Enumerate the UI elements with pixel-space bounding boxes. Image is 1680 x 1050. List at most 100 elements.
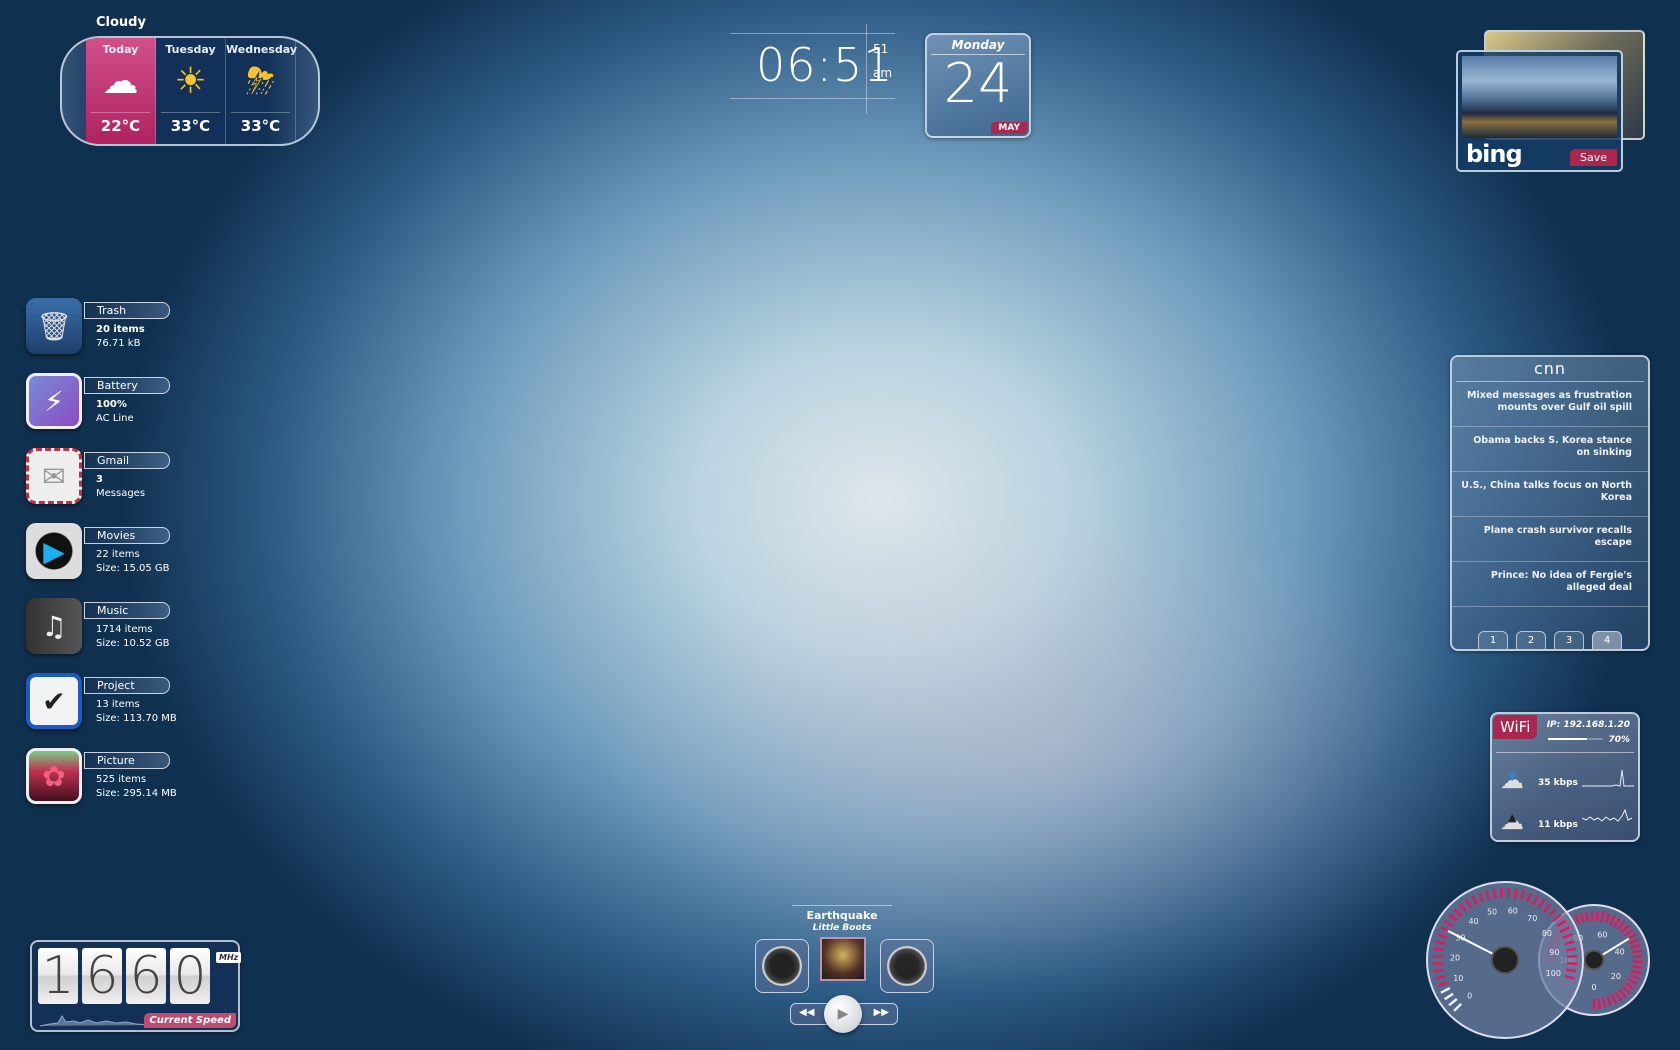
shortcut-label[interactable]: Music (84, 602, 170, 619)
gauge-tick-label: 10 (1453, 974, 1463, 983)
shortcut-trash[interactable]: 🗑 Trash 20 items 76.71 kB (26, 298, 226, 358)
weather-condition: Cloudy (96, 15, 146, 30)
cpu-unit: MHz (216, 952, 242, 963)
gauge-tick (1492, 888, 1497, 899)
gauge-tick (1499, 888, 1504, 899)
gauge-tick (1585, 911, 1590, 922)
download-cloud-icon: ☁ ▼ (1500, 766, 1524, 794)
weather-day-tuesday[interactable]: Tuesday ☀ 33°C (156, 38, 226, 144)
speed-digit: 6 (82, 948, 122, 1004)
upload-speed: 11 kbps (1538, 820, 1578, 830)
cpu-current-speed-label: Current Speed (144, 1013, 236, 1028)
gauge-tick-label: 50 (1487, 908, 1497, 917)
clock-seconds: 51 (873, 42, 889, 56)
bing-save-button[interactable]: Save (1569, 149, 1617, 166)
shortcut-label[interactable]: Project (84, 677, 170, 694)
next-button[interactable]: ▶▶ (874, 1007, 889, 1018)
shortcut-gmail[interactable]: ✉ Gmail 3 Messages (26, 448, 226, 508)
page-button-2[interactable]: 2 (1516, 631, 1546, 649)
play-icon[interactable]: ▶ (26, 523, 82, 579)
gauge-tick-label: 0 (1467, 991, 1472, 1000)
cnn-pagination: 1234 (1452, 628, 1648, 649)
calendar-day: 24 (943, 52, 1013, 115)
divider (792, 905, 892, 906)
trash-icon[interactable]: 🗑 (26, 298, 82, 354)
divider (1496, 752, 1634, 753)
day-label: Wednesday (226, 43, 298, 56)
speed-gauges: 0204060801000102030405060708090100 (1426, 881, 1650, 1039)
shortcut-info: 1714 items (96, 624, 153, 635)
gauge-tick-label: 70 (1527, 914, 1537, 923)
shortcut-project[interactable]: ✔ Project 13 items Size: 113.70 MB (26, 673, 226, 733)
shortcut-movies[interactable]: ▶ Movies 22 items Size: 15.05 GB (26, 523, 226, 583)
weather-day-wednesday[interactable]: Wednesday ⛈ 33°C (226, 38, 298, 144)
wifi-ip: IP: 192.168.1.20 (1546, 720, 1630, 730)
shortcut-info: 20 items (96, 324, 145, 335)
shortcut-label[interactable]: Gmail (84, 452, 170, 469)
wifi-label: WiFi (1493, 715, 1537, 739)
gauge-tick (1632, 964, 1643, 969)
cpu-history-graph (40, 1015, 150, 1027)
cloudy-icon: ☁ (102, 61, 139, 102)
mail-envelope-icon[interactable]: ✉ (26, 448, 82, 504)
bing-wallpaper-image[interactable] (1462, 56, 1617, 138)
gauge-tick-label: 20 (1611, 972, 1621, 981)
left-speaker (755, 939, 809, 993)
gauge-tick (1597, 998, 1602, 1009)
cpu-speed-widget: 1660 MHz Current Speed (30, 940, 242, 1032)
page-button-3[interactable]: 3 (1554, 631, 1584, 649)
weather-day-today[interactable]: Today ☁ 22°C (86, 38, 156, 144)
music-note-icon[interactable]: ♫ (26, 598, 82, 654)
news-headline[interactable]: Prince: No idea of Fergie's alleged deal (1452, 562, 1648, 607)
right-speaker (880, 939, 934, 993)
gauge-tick-label: 100 (1546, 969, 1561, 978)
shortcut-label[interactable]: Movies (84, 527, 170, 544)
shortcut-info: 100% (96, 399, 127, 410)
previous-button[interactable]: ◀◀ (799, 1007, 814, 1018)
cnn-news-widget: CNN Mixed messages as frustration mounts… (1450, 355, 1650, 651)
cnn-title: CNN (1456, 357, 1644, 382)
gauge-tick-label: 60 (1597, 930, 1607, 939)
gauge-tick-label: 20 (1450, 953, 1460, 962)
gauge-hub (1490, 945, 1520, 975)
gauge-tick (1433, 954, 1444, 959)
thunderstorm-icon: ⛈ (246, 61, 275, 102)
temperature: 33°C (231, 112, 290, 135)
news-headline[interactable]: Mixed messages as frustration mounts ove… (1452, 382, 1648, 427)
upload-graph (1582, 808, 1633, 822)
picture-icon[interactable]: ✿ (26, 748, 82, 804)
calendar-widget[interactable]: Monday 24 MAY (925, 33, 1031, 138)
shortcut-label[interactable]: Battery (84, 377, 170, 394)
news-headline[interactable]: Plane crash survivor recalls escape (1452, 517, 1648, 562)
shortcut-battery[interactable]: ⚡ Battery 100% AC Line (26, 373, 226, 433)
temperature: 33°C (161, 112, 220, 135)
news-headline[interactable]: U.S., China talks focus on North Korea (1452, 472, 1648, 517)
wifi-signal-bar (1548, 738, 1603, 740)
battery-bolt-icon[interactable]: ⚡ (26, 373, 82, 429)
album-art[interactable] (820, 937, 866, 981)
bing-widget[interactable]: bing Save (1456, 50, 1623, 172)
bing-logo: bing (1466, 140, 1523, 168)
shortcut-detail: Size: 10.52 GB (96, 638, 170, 649)
gauge-tick (1566, 947, 1577, 952)
wifi-widget: WiFi IP: 192.168.1.20 70% ☁ ▼ 35 kbps ☁ ▲ … (1490, 712, 1640, 842)
page-button-1[interactable]: 1 (1478, 631, 1508, 649)
shortcut-picture[interactable]: ✿ Picture 525 items Size: 295.14 MB (26, 748, 226, 808)
sun-cloud-icon: ☀ (174, 61, 207, 102)
shortcut-info: 13 items (96, 699, 140, 710)
checkmark-icon[interactable]: ✔ (26, 673, 82, 729)
gauge-tick (1595, 911, 1600, 922)
shortcut-music[interactable]: ♫ Music 1714 items Size: 10.52 GB (26, 598, 226, 658)
clock-widget: 06:51 51 am (730, 24, 895, 114)
news-headline[interactable]: Obama backs S. Korea stance on sinking (1452, 427, 1648, 472)
shortcut-label[interactable]: Picture (84, 752, 170, 769)
page-button-4[interactable]: 4 (1592, 631, 1622, 649)
shortcut-label[interactable]: Trash (84, 302, 170, 319)
play-button[interactable]: ▶ (824, 995, 862, 1033)
shortcut-detail: AC Line (96, 413, 134, 424)
gauge-tick (1513, 888, 1518, 899)
weather-widget[interactable]: Today ☁ 22°C Tuesday ☀ 33°C Wednesday ⛈ … (60, 36, 320, 146)
shortcut-info: 22 items (96, 549, 140, 560)
gauge-tick (1433, 961, 1444, 966)
gauge-tick-label: 90 (1549, 948, 1559, 957)
